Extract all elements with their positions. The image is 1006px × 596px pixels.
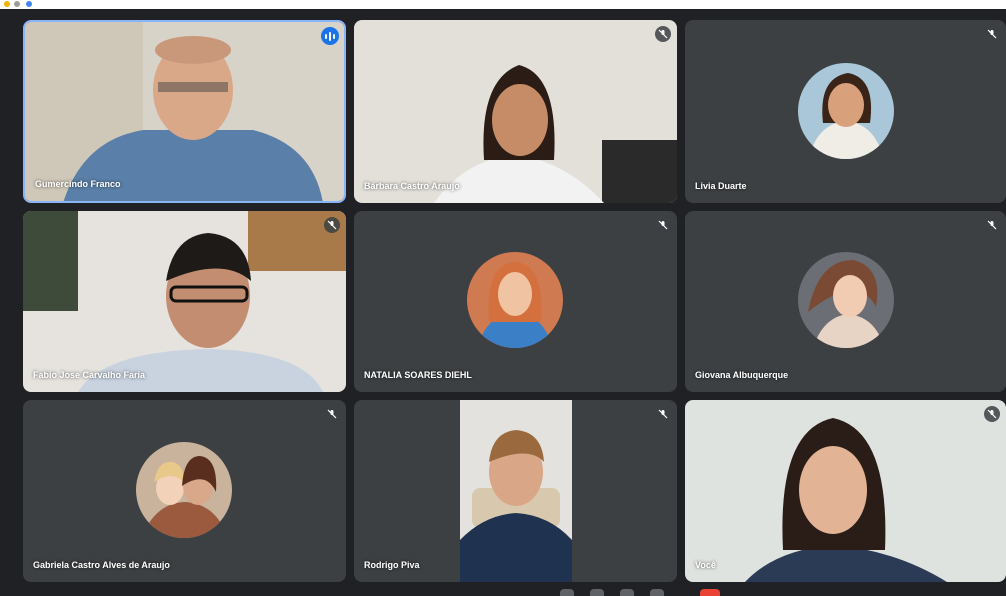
- mic-off-icon: [655, 26, 671, 42]
- participant-name: Bárbara Castro Araujo: [364, 181, 460, 191]
- mic-off-icon: [984, 26, 1000, 42]
- avatar: [798, 63, 894, 159]
- participant-name: Fabio Jose Carvalho Faria: [33, 370, 146, 380]
- video-feed: [354, 20, 677, 203]
- mic-off-icon: [655, 406, 671, 422]
- participant-tile[interactable]: NATALIA SOARES DIEHL: [354, 211, 677, 392]
- audio-levels-icon: [321, 27, 339, 45]
- participant-tile[interactable]: Gumercindo Franco: [23, 20, 346, 203]
- participant-name: Giovana Albuquerque: [695, 370, 789, 380]
- participant-tile[interactable]: Giovana Albuquerque: [685, 211, 1006, 392]
- participant-name: Rodrigo Piva: [364, 560, 420, 570]
- video-feed: [25, 22, 344, 201]
- participant-tile[interactable]: Fabio Jose Carvalho Faria: [23, 211, 346, 392]
- mic-off-icon: [655, 217, 671, 233]
- participant-name: Livia Duarte: [695, 181, 747, 191]
- mic-off-icon: [324, 217, 340, 233]
- participant-tile[interactable]: Bárbara Castro Araujo: [354, 20, 677, 203]
- avatar: [798, 252, 894, 348]
- participant-name: Você: [695, 560, 716, 570]
- captions-icon[interactable]: [620, 589, 634, 596]
- participant-name: NATALIA SOARES DIEHL: [364, 370, 472, 380]
- participant-tile[interactable]: Livia Duarte: [685, 20, 1006, 203]
- participant-tile[interactable]: Gabriela Castro Alves de Araujo: [23, 400, 346, 582]
- participant-tile[interactable]: Você: [685, 400, 1006, 582]
- more-options-icon[interactable]: [650, 589, 664, 596]
- mic-off-icon: [984, 406, 1000, 422]
- camera-icon[interactable]: [590, 589, 604, 596]
- video-feed: [460, 400, 572, 582]
- avatar: [467, 252, 563, 348]
- call-controls-bar: [0, 585, 1006, 596]
- avatar: [136, 442, 232, 538]
- mic-icon[interactable]: [560, 589, 574, 596]
- video-feed: [685, 400, 1006, 582]
- participant-tile[interactable]: Rodrigo Piva: [354, 400, 677, 582]
- participant-name: Gabriela Castro Alves de Araujo: [33, 560, 170, 570]
- mic-off-icon: [324, 406, 340, 422]
- participant-name: Gumercindo Franco: [35, 179, 121, 189]
- end-call-button[interactable]: [700, 589, 720, 596]
- mic-off-icon: [984, 217, 1000, 233]
- participant-grid: Gumercindo Franco Bárbara Castro Araujo …: [0, 0, 1006, 596]
- video-feed: [23, 211, 346, 392]
